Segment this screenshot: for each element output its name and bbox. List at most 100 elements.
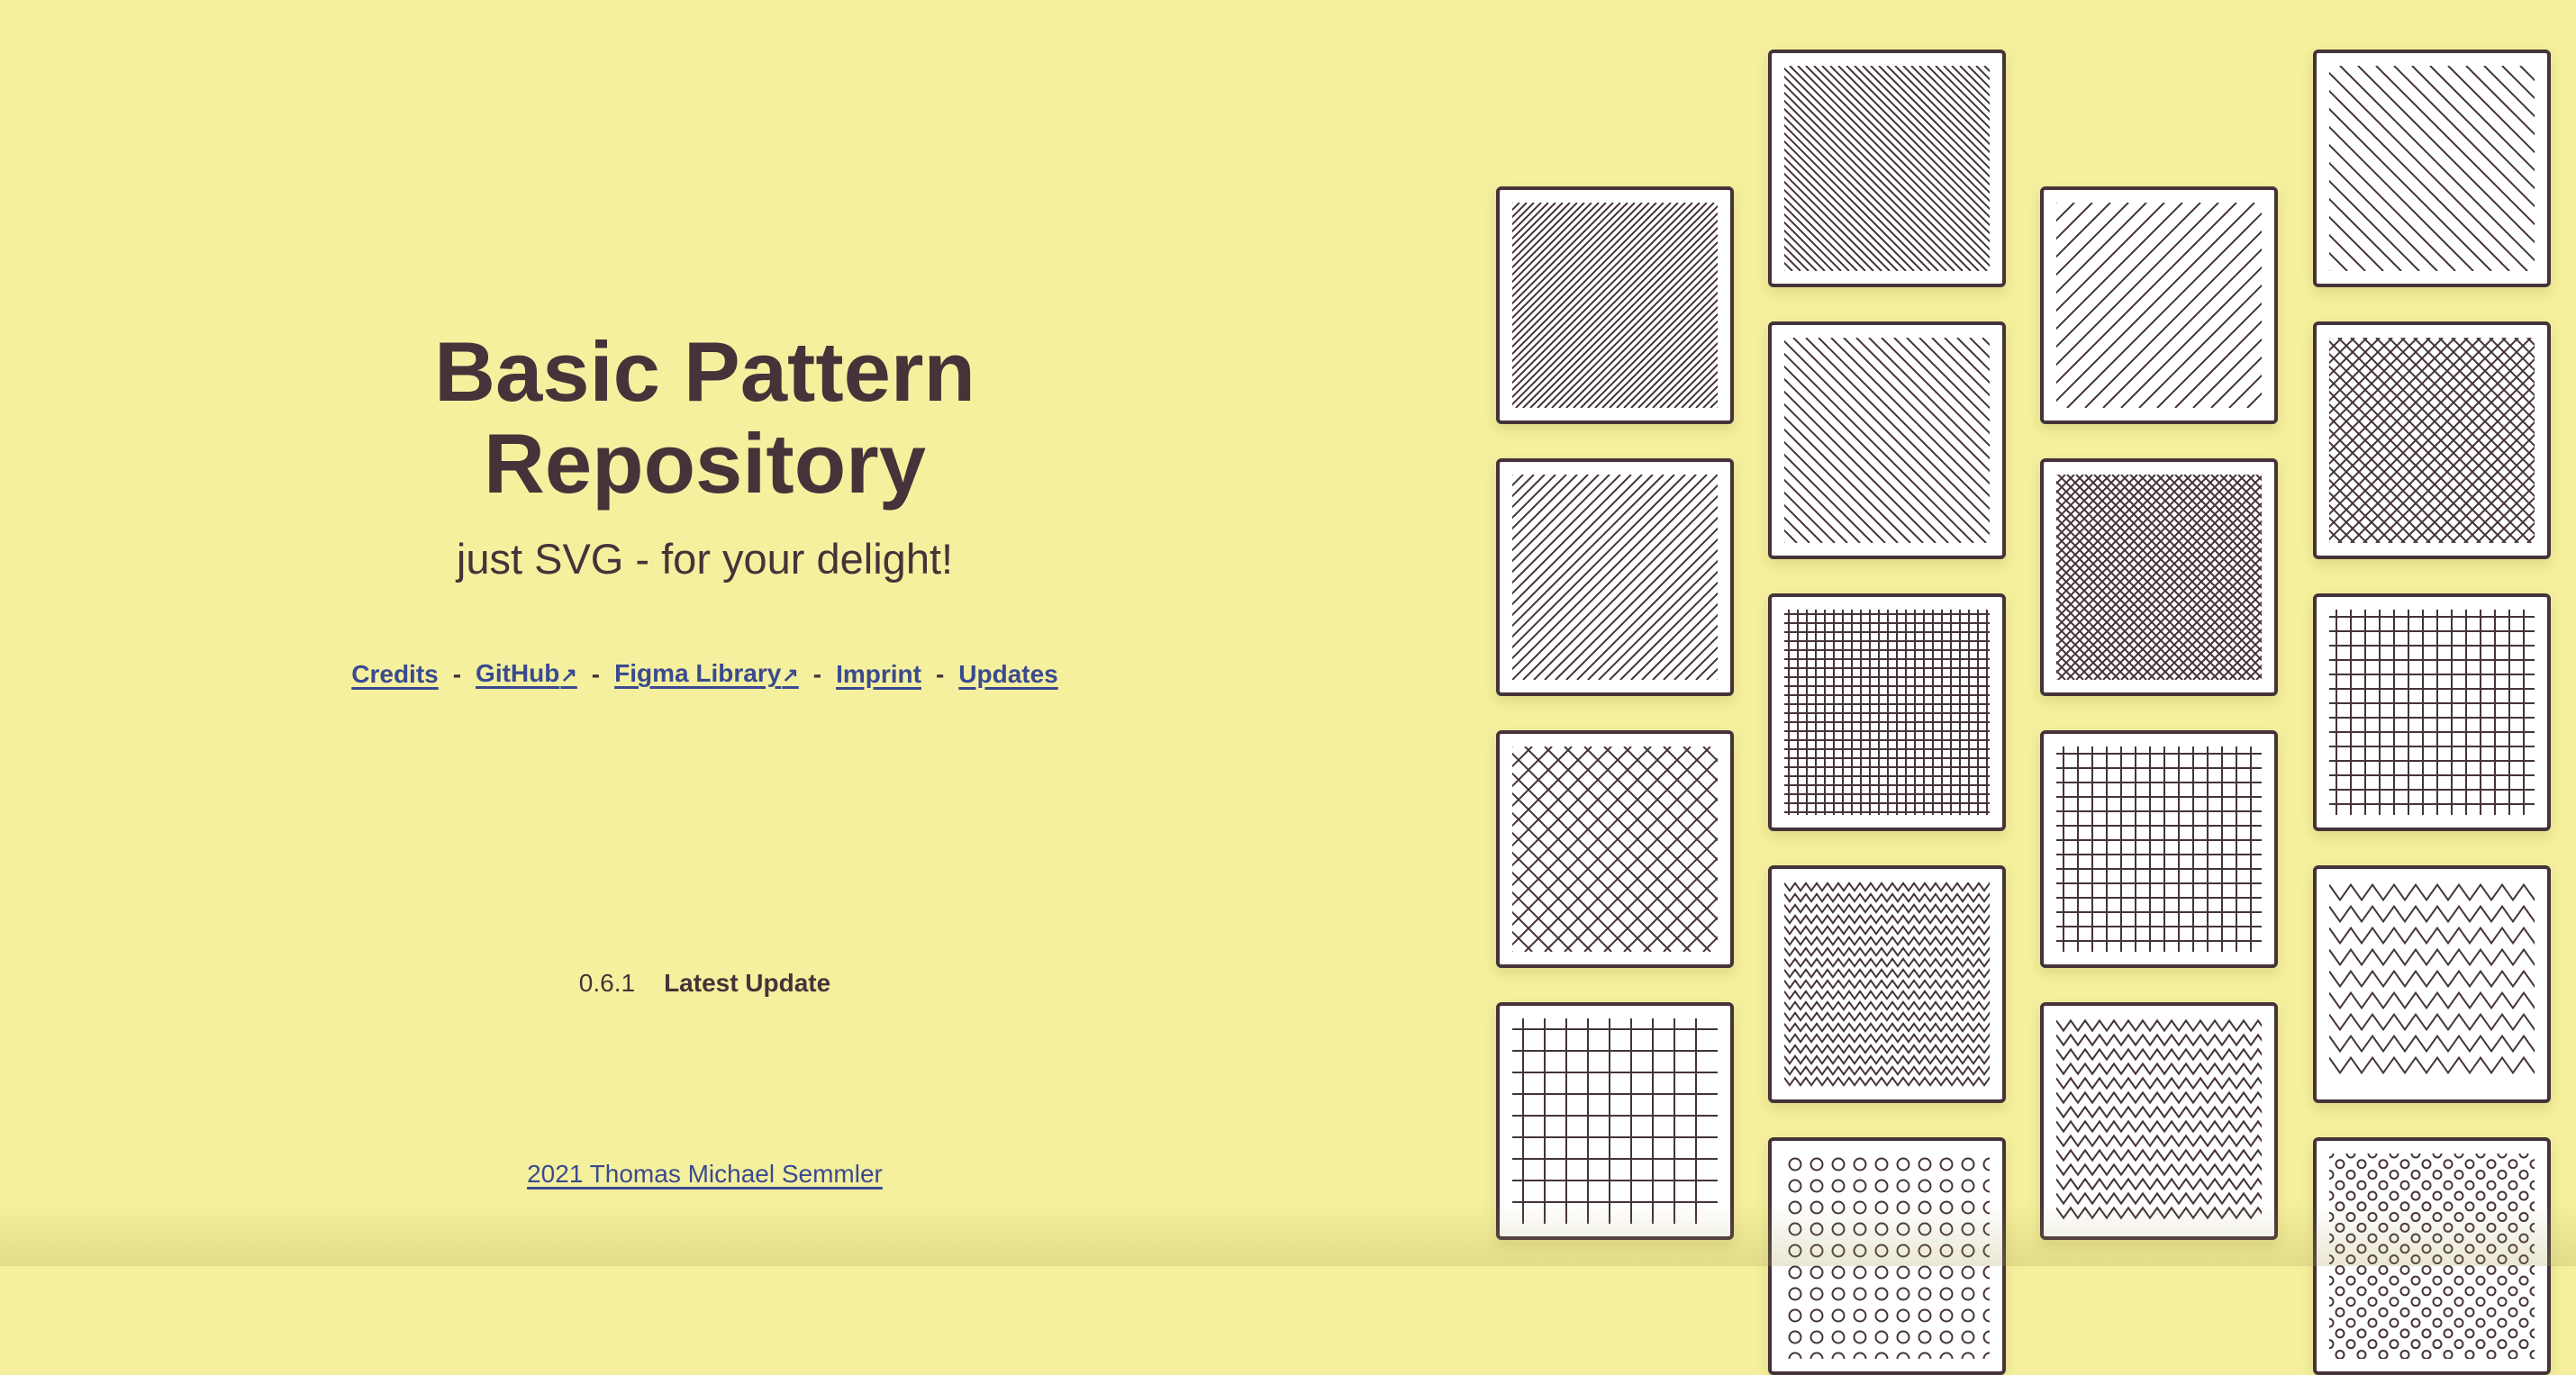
external-link-icon: ↗ — [560, 664, 577, 686]
pattern-circle — [1874, 1222, 1889, 1236]
pattern-dot — [2421, 1286, 2432, 1297]
pattern-zigzag-row — [1784, 1011, 1990, 1022]
pattern-circle — [1874, 1330, 1889, 1344]
pattern-zigzag-row — [1784, 957, 1990, 968]
pattern-tile-grid-dense[interactable] — [1768, 593, 2006, 831]
nav-separator: - — [591, 660, 601, 688]
nav-link-imprint[interactable]: Imprint — [836, 656, 921, 692]
pattern-stroke — [1623, 856, 1718, 952]
pattern-preview — [2056, 1018, 2262, 1220]
pattern-tile-diamonds-medium[interactable] — [2313, 321, 2551, 559]
footer: 2021 Thomas Michael Semmler — [0, 1158, 1410, 1190]
nav-separator: - — [452, 660, 462, 688]
pattern-stroke — [2056, 203, 2201, 348]
nav-link-credits[interactable]: Credits — [351, 656, 438, 692]
pattern-dot — [2464, 1286, 2475, 1297]
pattern-tile-zigzag-sparse[interactable] — [2313, 865, 2551, 1103]
pattern-stroke — [1512, 746, 1632, 867]
pattern-dot — [2529, 1222, 2535, 1233]
pattern-stroke — [2329, 143, 2456, 271]
pattern-dot — [2529, 1159, 2535, 1170]
pattern-dot — [2497, 1317, 2508, 1328]
pattern-tile-lines-up-medium[interactable] — [1496, 458, 1734, 696]
pattern-preview — [2056, 475, 2262, 680]
pattern-dot — [2454, 1339, 2464, 1350]
pattern-dot — [2508, 1180, 2518, 1190]
nav-link-github[interactable]: GitHub↗ — [476, 656, 577, 693]
pattern-dot — [2399, 1222, 2410, 1233]
pattern-tile-zigzag-medium[interactable] — [2040, 1002, 2278, 1240]
pattern-circle — [1874, 1352, 1889, 1359]
pattern-circle — [1918, 1287, 1932, 1301]
pattern-circle — [1982, 1308, 1990, 1323]
pattern-dot — [2475, 1339, 2486, 1350]
pattern-dot — [2329, 1190, 2335, 1201]
pattern-dot — [2443, 1201, 2454, 1212]
pattern-zigzag-row — [2056, 1076, 2262, 1090]
pattern-zigzag-row — [2056, 1090, 2262, 1105]
pattern-circle — [1939, 1200, 1954, 1215]
pattern-zigzag-row — [2329, 1055, 2535, 1075]
pattern-dot — [2443, 1222, 2454, 1233]
pattern-tile-grid-medium[interactable] — [2313, 593, 2551, 831]
pattern-circle — [1853, 1157, 1867, 1171]
pattern-zigzag-row — [1784, 1000, 1990, 1011]
pattern-dot — [2399, 1307, 2410, 1317]
pattern-tile-diamonds-sparse[interactable] — [1496, 730, 1734, 968]
pattern-dot — [2329, 1153, 2335, 1159]
pattern-zigzag-row — [1784, 1065, 1990, 1076]
pattern-circle — [1896, 1330, 1910, 1344]
pattern-tile-dots-staggered-dense[interactable] — [2313, 1137, 2551, 1375]
pattern-tile-lines-down-dense[interactable] — [1768, 50, 2006, 287]
pattern-preview — [2329, 66, 2535, 271]
pattern-stroke — [2483, 66, 2535, 118]
pattern-dot — [2410, 1317, 2421, 1328]
pattern-circle — [1982, 1352, 1990, 1359]
pattern-zigzag-row — [1784, 1044, 1990, 1054]
pattern-dot — [2335, 1264, 2345, 1275]
pattern-circle — [1918, 1244, 1932, 1258]
pattern-dot — [2486, 1222, 2497, 1233]
pattern-tile-grid-medium[interactable] — [2040, 730, 2278, 968]
pattern-preview — [2329, 610, 2535, 815]
pattern-dot — [2518, 1275, 2529, 1286]
pattern-stroke — [2056, 203, 2183, 330]
pattern-dot — [2443, 1286, 2454, 1297]
pattern-stroke — [1512, 203, 1585, 276]
pattern-tile-grid-sparse[interactable] — [1496, 1002, 1734, 1240]
pattern-tile-diamonds-dense[interactable] — [2040, 458, 2278, 696]
pattern-circle — [1853, 1222, 1867, 1236]
pattern-dot — [2508, 1328, 2518, 1339]
nav-link-figma-library[interactable]: Figma Library↗ — [614, 656, 799, 693]
pattern-dot — [2399, 1286, 2410, 1297]
pattern-circle — [1918, 1157, 1932, 1171]
nav-link-updates[interactable]: Updates — [958, 656, 1057, 692]
pattern-dot — [2486, 1349, 2497, 1359]
pattern-dot — [2486, 1286, 2497, 1297]
pattern-circle — [1831, 1352, 1846, 1359]
author-credit-link[interactable]: 2021 Thomas Michael Semmler — [527, 1160, 883, 1188]
pattern-tile-lines-up-sparse[interactable] — [2040, 186, 2278, 424]
pattern-stroke — [1695, 656, 1718, 680]
pattern-circle — [1961, 1244, 1975, 1258]
pattern-dot — [2497, 1170, 2508, 1181]
pattern-stroke — [1583, 817, 1718, 952]
pattern-zigzag-row — [2329, 882, 2535, 902]
pattern-zigzag-row — [2056, 1148, 2262, 1162]
pattern-tile-circles-medium[interactable] — [1768, 1137, 2006, 1375]
pattern-dot — [2345, 1275, 2356, 1286]
pattern-circle — [1961, 1157, 1975, 1171]
pattern-dot — [2410, 1212, 2421, 1223]
pattern-dot — [2486, 1264, 2497, 1275]
pattern-preview — [2056, 203, 2262, 408]
pattern-preview — [2056, 746, 2262, 952]
pattern-stroke — [2056, 475, 2183, 602]
pattern-circle — [1939, 1157, 1954, 1171]
pattern-tile-lines-down-sparse[interactable] — [2313, 50, 2551, 287]
pattern-tile-zigzag-dense[interactable] — [1768, 865, 2006, 1103]
pattern-stroke — [2400, 408, 2535, 543]
pattern-tile-lines-down-medium[interactable] — [1768, 321, 2006, 559]
pattern-tile-lines-up-dense[interactable] — [1496, 186, 1734, 424]
pattern-dot — [2335, 1328, 2345, 1339]
pattern-dot — [2443, 1264, 2454, 1275]
